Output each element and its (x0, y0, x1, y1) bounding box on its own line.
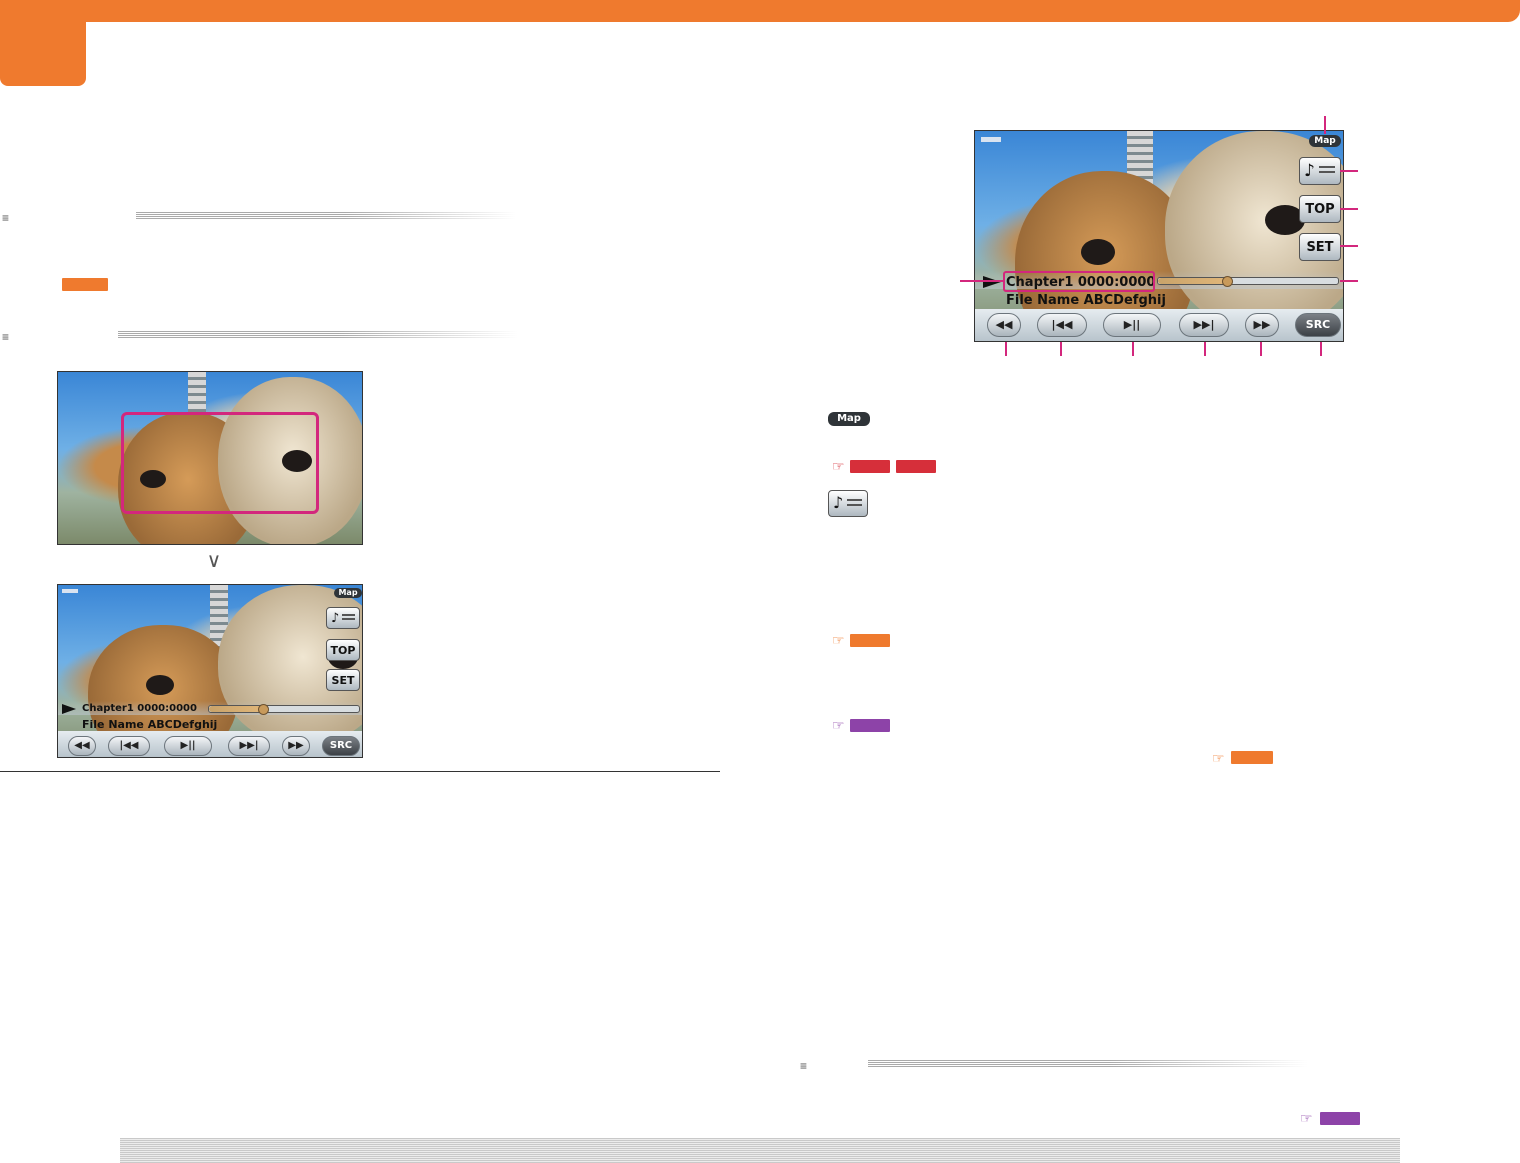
play-indicator-icon (62, 704, 76, 714)
reference-chip-orange (850, 634, 890, 647)
play-pause-button[interactable]: ▶|| (164, 736, 212, 756)
map-legend-icon: Map (828, 412, 870, 426)
map-button[interactable]: Map (1309, 135, 1341, 147)
main-player-screen: Map ♪ TOP SET Chapter1 0000:0000 File Na… (974, 130, 1344, 342)
set-button[interactable]: SET (326, 669, 360, 691)
callout-line-progress (1340, 280, 1358, 282)
previous-button[interactable]: |◀◀ (108, 736, 150, 756)
callout-line-map (1324, 116, 1326, 134)
zoom-source-photo (57, 371, 363, 545)
progress-fill (209, 706, 262, 712)
reference-hand-icon: ☞ (832, 458, 845, 474)
status-indicator (62, 589, 78, 593)
file-name: File Name ABCDefghij (1006, 293, 1166, 308)
down-arrow-icon: ∨ (206, 550, 222, 572)
progress-handle[interactable] (258, 704, 269, 715)
column-divider (0, 771, 720, 772)
skip-previous-icon: |◀◀ (1051, 318, 1073, 331)
dog-nose (146, 675, 174, 695)
music-list-icon: ♪ (331, 611, 355, 626)
set-button[interactable]: SET (1299, 233, 1341, 261)
play-pause-icon: ▶|| (180, 740, 196, 751)
reference-chip-red (850, 460, 890, 473)
music-list-button[interactable]: ♪ (1299, 157, 1341, 185)
footer-band (120, 1138, 1400, 1163)
reference-chip-purple (850, 719, 890, 732)
reference-chip-purple (1320, 1112, 1360, 1125)
rewind-icon: ◀◀ (995, 318, 1013, 331)
header-band (0, 0, 1520, 22)
callout-line-top (1340, 208, 1358, 210)
skip-previous-icon: |◀◀ (119, 740, 139, 751)
svg-text:♪: ♪ (331, 611, 339, 626)
section-rule-1 (136, 212, 516, 219)
callout-line-previous (1060, 342, 1062, 356)
top-button[interactable]: TOP (1299, 195, 1341, 223)
play-pause-icon: ▶|| (1123, 318, 1141, 331)
music-list-icon: ♪ (1304, 161, 1335, 181)
zoom-frame (121, 412, 319, 514)
small-player-screen: Map ♪ TOP SET Chapter1 0000:0000 File Na… (57, 584, 363, 758)
progress-bar[interactable] (1157, 277, 1339, 285)
chapter-time: Chapter1 0000:0000 (82, 703, 197, 714)
skip-next-icon: ▶▶| (239, 740, 259, 751)
status-indicator (981, 137, 1001, 142)
file-name: File Name ABCDefghij (82, 718, 218, 731)
section-mark-2: ≡ (2, 330, 10, 344)
section-rule-3 (868, 1060, 1308, 1067)
source-button[interactable]: SRC (322, 736, 360, 756)
section-mark-1: ≡ (2, 211, 10, 225)
progress-bar[interactable] (208, 705, 360, 713)
fast-forward-icon: ▶▶ (288, 740, 304, 751)
map-button[interactable]: Map (334, 588, 362, 598)
callout-line-src (1320, 342, 1322, 356)
next-button[interactable]: ▶▶| (1179, 313, 1229, 337)
chapter-highlight (1003, 271, 1155, 292)
fast-forward-icon: ▶▶ (1253, 318, 1271, 331)
music-list-button[interactable]: ♪ (326, 607, 360, 629)
callout-line-ff (1260, 342, 1262, 356)
section-rule-2 (118, 331, 518, 338)
section-mark-3: ≡ (800, 1059, 808, 1073)
dog-nose (1081, 239, 1115, 265)
rewind-icon: ◀◀ (74, 740, 90, 751)
fast-forward-button[interactable]: ▶▶ (1245, 313, 1279, 337)
progress-handle[interactable] (1222, 276, 1233, 287)
callout-line-chapter (960, 280, 1004, 282)
reference-chip-orange (62, 278, 108, 291)
svg-text:♪: ♪ (1304, 161, 1315, 181)
play-indicator-icon (983, 276, 1001, 288)
top-button[interactable]: TOP (326, 639, 360, 661)
music-list-legend-icon: ♪ (828, 490, 868, 517)
previous-button[interactable]: |◀◀ (1037, 313, 1087, 337)
reference-hand-icon: ☞ (832, 717, 845, 733)
rewind-button[interactable]: ◀◀ (68, 736, 96, 756)
callout-line-next (1204, 342, 1206, 356)
callout-line-set (1340, 245, 1358, 247)
source-button[interactable]: SRC (1295, 313, 1341, 337)
progress-fill (1158, 278, 1227, 284)
callout-line-rewind (1005, 342, 1007, 356)
reference-hand-icon: ☞ (1212, 750, 1225, 766)
chapter-tab (0, 0, 86, 86)
reference-chip-orange (1231, 751, 1273, 764)
svg-text:♪: ♪ (833, 493, 843, 512)
next-button[interactable]: ▶▶| (228, 736, 270, 756)
rewind-button[interactable]: ◀◀ (987, 313, 1021, 337)
fast-forward-button[interactable]: ▶▶ (282, 736, 310, 756)
skip-next-icon: ▶▶| (1193, 318, 1215, 331)
reference-chip-red (896, 460, 936, 473)
reference-hand-icon: ☞ (832, 632, 845, 648)
callout-line-play (1132, 342, 1134, 356)
reference-hand-icon: ☞ (1300, 1110, 1313, 1126)
play-pause-button[interactable]: ▶|| (1103, 313, 1161, 337)
callout-line-music (1340, 170, 1358, 172)
music-list-icon: ♪ (833, 493, 862, 512)
